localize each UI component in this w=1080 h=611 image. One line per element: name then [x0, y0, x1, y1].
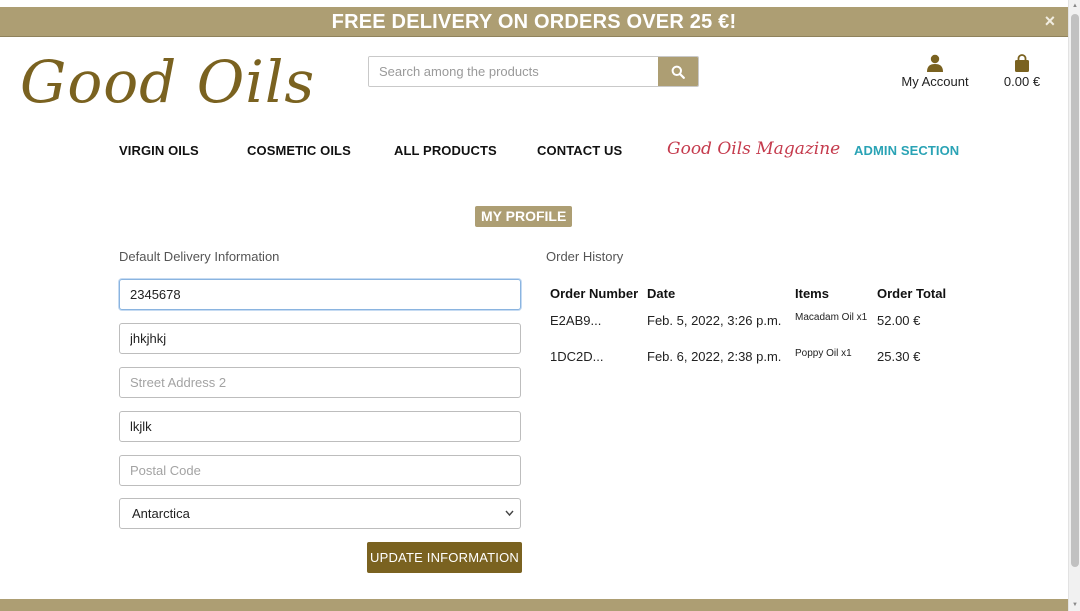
nav-virgin-oils[interactable]: VIRGIN OILS [119, 143, 199, 158]
order-history-label: Order History [546, 249, 624, 264]
nav-all-products[interactable]: ALL PRODUCTS [394, 143, 497, 158]
nav-admin-section[interactable]: ADMIN SECTION [854, 143, 959, 158]
order-total: 25.30 € [877, 349, 921, 364]
country-selected-value: Antarctica [132, 506, 190, 521]
street-address-1-field[interactable] [119, 323, 521, 354]
main-nav: VIRGIN OILS COSMETIC OILS ALL PRODUCTS C… [0, 139, 1068, 161]
user-icon [927, 54, 943, 72]
search-button[interactable] [658, 57, 698, 86]
close-icon[interactable]: × [1040, 7, 1060, 37]
street-address-2-field[interactable] [119, 367, 521, 398]
my-account-link[interactable]: My Account [898, 50, 972, 89]
phone-field[interactable] [119, 279, 521, 310]
scrollbar-thumb[interactable] [1071, 14, 1079, 567]
order-date: Feb. 5, 2022, 3:26 p.m. [647, 313, 782, 328]
col-date: Date [647, 286, 676, 301]
col-order-total: Order Total [877, 286, 947, 301]
country-select[interactable]: Antarctica [119, 498, 521, 529]
banner-text: FREE DELIVERY ON ORDERS OVER 25 €! [331, 11, 737, 33]
postal-code-field[interactable] [119, 455, 521, 486]
order-number-link[interactable]: 1DC2D... [550, 349, 603, 364]
cart-link[interactable]: 0.00 € [996, 50, 1048, 89]
scroll-down-icon[interactable]: ▼ [1071, 601, 1079, 609]
order-items: Poppy Oil x1 [795, 348, 852, 359]
col-items: Items [795, 286, 829, 301]
search-icon [671, 65, 685, 79]
chevron-down-icon [505, 499, 514, 540]
search-input[interactable] [369, 57, 658, 86]
order-number-link[interactable]: E2AB9... [550, 313, 601, 328]
nav-magazine[interactable]: Good Oils Magazine [667, 139, 840, 159]
cart-total: 0.00 € [1003, 74, 1041, 89]
footer-strip [0, 599, 1068, 611]
shopping-bag-icon [1015, 54, 1029, 72]
update-information-button[interactable]: UPDATE INFORMATION [367, 542, 522, 573]
scroll-up-icon[interactable]: ▲ [1071, 2, 1079, 10]
delivery-banner: FREE DELIVERY ON ORDERS OVER 25 €! × [0, 7, 1068, 37]
order-total: 52.00 € [877, 313, 921, 328]
order-date: Feb. 6, 2022, 2:38 p.m. [647, 349, 782, 364]
delivery-info-label: Default Delivery Information [119, 249, 280, 264]
nav-cosmetic-oils[interactable]: COSMETIC OILS [247, 143, 351, 158]
site-logo[interactable]: Good Oils [20, 42, 315, 122]
city-field[interactable] [119, 411, 521, 442]
vertical-scrollbar[interactable]: ▲ ▼ [1068, 0, 1080, 611]
col-order-number: Order Number [550, 286, 639, 301]
nav-contact-us[interactable]: CONTACT US [537, 143, 622, 158]
order-items: Macadam Oil x1 [795, 312, 868, 323]
page-title: MY PROFILE [475, 206, 573, 227]
search-bar [368, 56, 699, 87]
account-label: My Account [901, 74, 969, 89]
